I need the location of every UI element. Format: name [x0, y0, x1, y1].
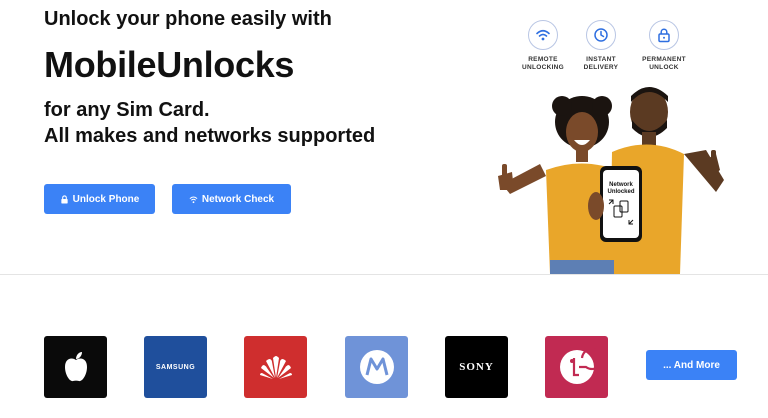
smiling-people-illustration: Network Unlocked	[498, 87, 724, 274]
feature-label: DELIVERY	[583, 64, 619, 71]
hero-subtitle-line2: All makes and networks supported	[44, 125, 376, 147]
feature-remote-unlocking: REMOTE UNLOCKING	[513, 20, 573, 72]
feature-permanent-unlock: PERMANENT UNLOCK	[634, 20, 694, 72]
feature-label: UNLOCKING	[521, 64, 565, 71]
sony-logo: SONY	[459, 361, 494, 373]
lock-icon	[61, 194, 68, 204]
brand-tile-lg[interactable]	[545, 336, 608, 398]
huawei-logo-icon	[259, 356, 292, 379]
brand-tile-apple[interactable]	[44, 336, 107, 398]
feature-icon-circle	[528, 20, 558, 50]
hero-brand-name: MobileUnlocks	[44, 44, 295, 85]
clock-icon	[594, 28, 608, 42]
feature-icon-circle	[649, 20, 679, 50]
unlock-phone-label: Unlock Phone	[72, 193, 140, 205]
and-more-button[interactable]: ... And More	[646, 350, 737, 380]
hero-subtitle-line1: for any Sim Card.	[44, 99, 210, 121]
samsung-logo: SAMSUNG	[155, 363, 196, 371]
motorola-logo-icon	[359, 350, 394, 384]
brand-tile-huawei[interactable]	[244, 336, 307, 398]
feature-label: INSTANT	[586, 56, 616, 63]
brand-tile-motorola[interactable]	[345, 336, 408, 398]
feature-label: REMOTE	[528, 56, 558, 63]
feature-instant-delivery: INSTANT DELIVERY	[571, 20, 631, 72]
wifi-icon	[189, 196, 198, 203]
lg-logo-icon	[559, 348, 596, 384]
feature-label: PERMANENT	[642, 56, 686, 63]
network-check-label: Network Check	[201, 193, 275, 205]
apple-logo-icon	[64, 352, 87, 382]
brand-tile-samsung[interactable]: SAMSUNG	[144, 336, 207, 398]
feature-icon-circle	[586, 20, 616, 50]
phone-screen-line1: Network	[609, 182, 633, 188]
phone-screen-line2: Unlocked	[607, 189, 634, 195]
brand-tile-sony[interactable]: SONY	[445, 336, 508, 398]
network-check-button[interactable]: Network Check	[172, 184, 291, 214]
wifi-icon	[536, 29, 550, 41]
unlock-phone-button[interactable]: Unlock Phone	[44, 184, 155, 214]
feature-label: UNLOCK	[649, 64, 679, 71]
lock-icon	[658, 28, 670, 43]
section-divider	[0, 274, 768, 275]
hero-section: Unlock your phone easily with MobileUnlo…	[0, 0, 768, 274]
hero-tagline: Unlock your phone easily with	[44, 8, 332, 30]
